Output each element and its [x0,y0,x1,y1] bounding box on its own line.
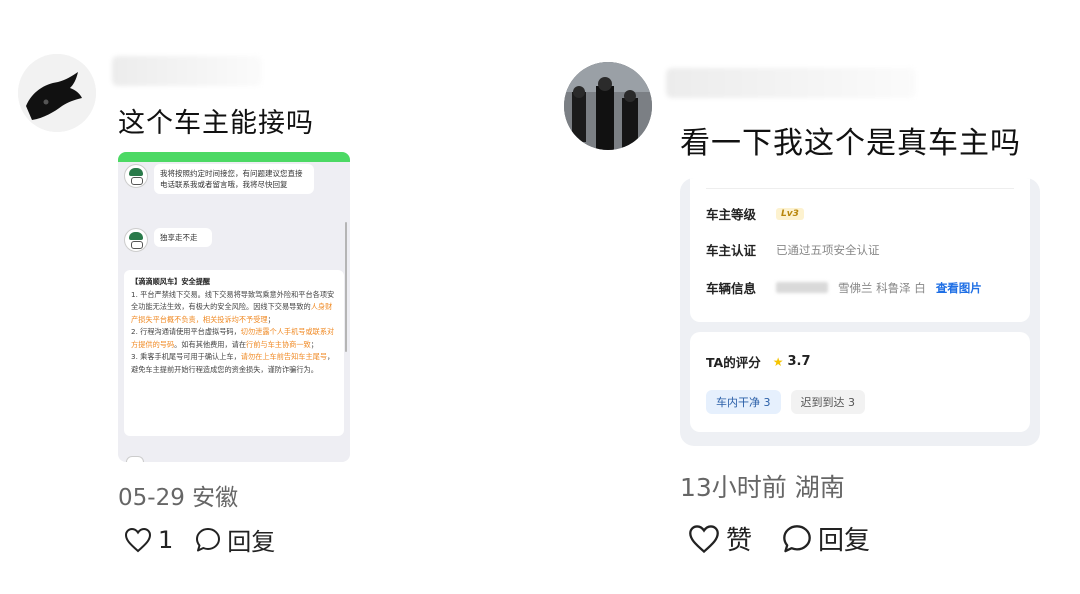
comment-date: 05-29 [118,485,185,511]
avatar[interactable] [18,54,96,132]
comment-item: 看一下我这个是真车主吗 车主等级 Lv3 车主认证 已通过五项安全认证 车辆信息… [540,0,1080,594]
driver-certification-row: 车主认证 已通过五项安全认证 [706,240,880,259]
vehicle-info-row: 车辆信息 雪佛兰 科鲁泽 白 查看图片 [706,278,982,297]
comment-location: 安徽 [192,485,239,511]
row-label: 车辆信息 [706,281,757,296]
comment-item: 这个车主能接吗 我将按照约定时间接您，有问题建议您直接电话联系我或者留言哦，我将… [0,0,540,594]
notice-item-2: 2. 行程沟通请使用平台虚拟号码，切勿泄露个人手机号或联系对方提供的号码。如有其… [131,326,337,351]
level-badge: Lv3 [776,207,804,220]
comment-actions: 赞 回复 [688,520,870,557]
username-blurred[interactable] [666,68,916,98]
driver-level-row: 车主等级 Lv3 [706,204,804,223]
avatar[interactable] [564,62,652,150]
star-icon: ★ [772,354,784,369]
rating-panel: TA的评分 ★ 3.7 车内干净 3 迟到到达 3 [690,332,1030,432]
chat-message: 独享走不走 [124,228,212,252]
rating-row: TA的评分 ★ 3.7 [706,352,811,371]
reply-button[interactable]: 回复 [782,520,870,557]
comment-meta: 05-29 安徽 [118,478,238,512]
safety-notice: 【滴滴顺风车】安全提醒 1. 平台严禁线下交易。线下交易将导致驾乘意外险和平台各… [124,270,344,436]
like-count: 1 [158,525,174,554]
notice-item-3: 3. 乘客手机尾号可用于确认上车，请勿在上车前告知车主尾号，避免车主提前开始行程… [131,351,337,376]
notice-item-1: 1. 平台严禁线下交易。线下交易将导致驾乘意外险和平台各项安全功能无法生效，有极… [131,289,337,327]
message-bubble: 独享走不走 [154,228,212,247]
license-plate-blurred [776,282,828,293]
row-label: 车主等级 [706,207,757,222]
row-value: 雪佛兰 科鲁泽 白 [838,280,926,295]
reply-button[interactable]: 回复 [195,522,275,557]
notice-text: 3. 乘客手机尾号可用于确认上车， [131,352,241,361]
driver-avatar-icon [124,164,148,188]
rating-score: 3.7 [787,354,811,369]
avatar-image [18,54,96,132]
username-blurred[interactable] [112,56,262,86]
avatar-image [564,62,652,150]
heart-outline-icon [124,527,152,552]
driver-info-panel: 车主等级 Lv3 车主认证 已通过五项安全认证 车辆信息 雪佛兰 科鲁泽 白 查… [690,178,1030,322]
notice-text: ； [310,339,318,349]
comment-location: 湖南 [794,473,845,502]
speech-bubble-icon [783,524,811,552]
notice-text: ； [267,314,275,324]
rating-tag: 车内干净 3 [706,390,781,414]
scrollbar [345,222,347,352]
comment-actions: 1 回复 [124,522,275,557]
message-bubble: 我将按照约定时间接您，有问题建议您直接电话联系我或者留言哦，我将尽快回复 [154,164,314,194]
row-label: 车主认证 [706,243,757,258]
like-label: 赞 [726,526,753,556]
comment-text: 看一下我这个是真车主吗 [680,126,1021,161]
like-button[interactable]: 赞 [688,520,752,557]
comment-text: 这个车主能接吗 [118,108,314,139]
driver-avatar-icon [126,456,144,462]
notice-highlight: 行前与车主协商一致 [246,339,311,349]
like-button[interactable]: 1 [124,526,173,554]
heart-outline-icon [689,524,719,553]
comment-time: 13小时前 [680,473,787,502]
chat-top-bar [118,152,350,162]
chat-message: 我将按照约定时间接您，有问题建议您直接电话联系我或者留言哦，我将尽快回复 [124,164,314,194]
notice-title: 【滴滴顺风车】安全提醒 [131,277,211,286]
attached-screenshot[interactable]: 车主等级 Lv3 车主认证 已通过五项安全认证 车辆信息 雪佛兰 科鲁泽 白 查… [680,178,1040,446]
rating-tag: 迟到到达 3 [790,390,865,414]
notice-text: 1. 平台严禁线下交易。线下交易将导致驾乘意外险和平台各项安全功能无法生效，有极… [131,289,335,312]
driver-avatar-icon [124,228,148,252]
notice-highlight: 请勿在上车前告知车主尾号 [240,352,328,361]
view-photos-link[interactable]: 查看图片 [936,280,982,296]
divider [706,188,1014,189]
row-value: 已通过五项安全认证 [776,242,880,257]
rating-label: TA的评分 [706,355,761,370]
notice-text: 2. 行程沟通请使用平台虚拟号码， [131,327,241,336]
rating-tags: 车内干净 3 迟到到达 3 [706,390,865,414]
attached-screenshot[interactable]: 我将按照约定时间接您，有问题建议您直接电话联系我或者留言哦，我将尽快回复 独享走… [118,152,350,462]
comment-meta: 13小时前 湖南 [680,468,845,504]
reply-label: 回复 [818,526,871,556]
notice-text: 。如有其他费用，请在 [174,339,247,349]
speech-bubble-icon [196,527,221,551]
reply-label: 回复 [227,528,276,556]
